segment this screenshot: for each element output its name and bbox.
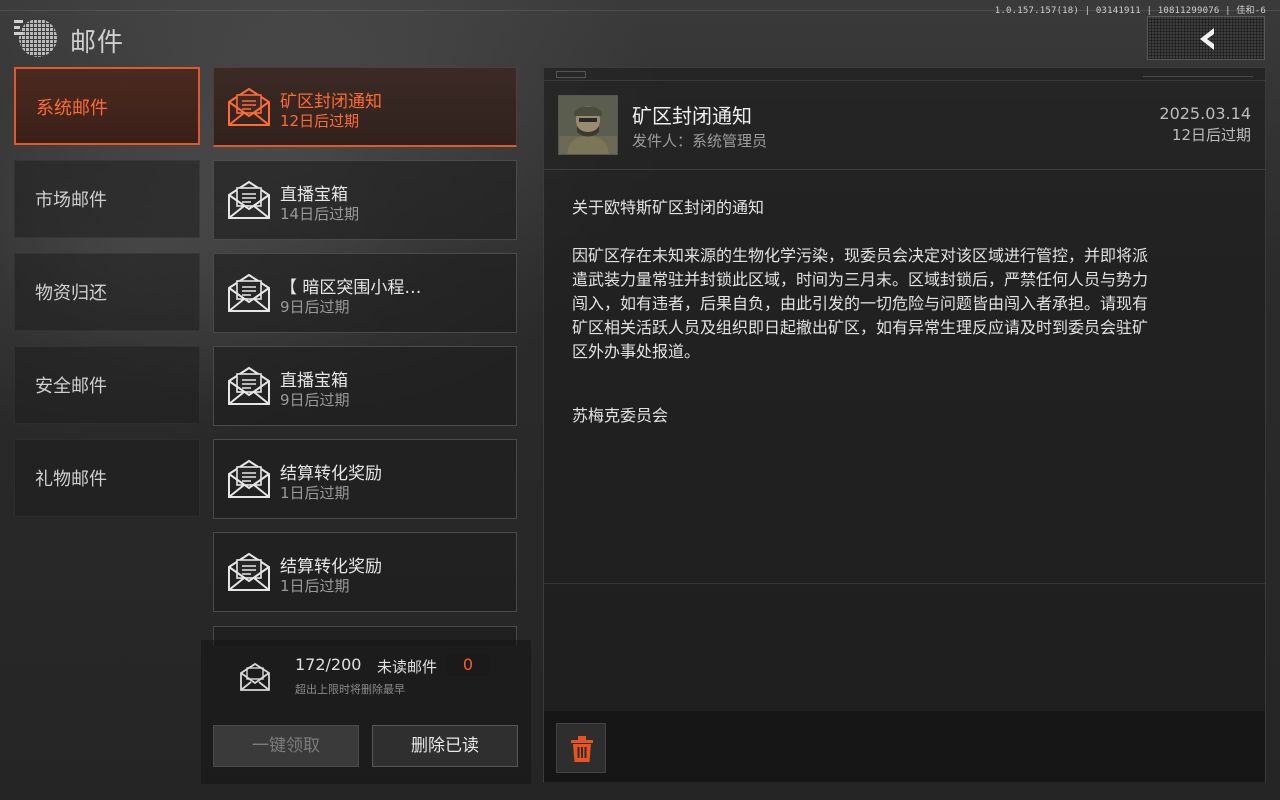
header-decoration — [1143, 71, 1253, 77]
mail-expiry: 14日后过期 — [280, 205, 360, 223]
body-line: 闯入，如有违者，后果自负，由此引发的一切危险与问题皆由闯入者承担。请现有 — [572, 294, 1149, 313]
tab-market-mail[interactable]: 市场邮件 — [14, 160, 200, 238]
envelope-icon — [226, 458, 272, 504]
unread-count-badge: 0 — [447, 654, 489, 676]
body-line: 遣武装力量常驻并封锁此区域，时间为三月末。区域封锁后，严禁任何人员与势力 — [572, 270, 1149, 289]
tab-label: 系统邮件 — [36, 98, 108, 119]
body-signature: 苏梅克委员会 — [572, 406, 669, 425]
mail-title: 【 暗区突围小程… — [280, 278, 422, 298]
mail-item[interactable]: 【 暗区突围小程… 9日后过期 — [213, 253, 517, 333]
mail-detail-title: 矿区封闭通知 — [632, 104, 752, 128]
back-button[interactable] — [1147, 16, 1265, 60]
envelope-icon — [226, 551, 272, 597]
mail-detail-panel: 矿区封闭通知 发件人：系统管理员 2025.03.14 12日后过期 关于欧特斯… — [543, 67, 1266, 783]
envelope-icon — [226, 272, 272, 318]
mail-title: 结算转化奖励 — [280, 557, 382, 577]
trash-icon — [571, 736, 593, 762]
mail-title: 直播宝箱 — [280, 371, 348, 391]
mail-item[interactable]: 矿区封闭通知 12日后过期 — [213, 67, 517, 147]
tab-label: 安全邮件 — [35, 376, 107, 397]
divider — [544, 583, 1265, 584]
mailbox-icon — [239, 662, 271, 696]
mail-body: 关于欧特斯矿区封闭的通知 因矿区存在未知来源的生物化学污染，现委员会决定对该区域… — [572, 196, 1242, 428]
body-line: 矿区相关活跃人员及组织即日起撤出矿区，如有异常生理反应请及时到委员会驻矿 — [572, 318, 1149, 337]
mail-sender: 发件人：系统管理员 — [632, 132, 768, 150]
mail-expiry: 12日后过期 — [280, 112, 360, 130]
mail-detail-expiry: 12日后过期 — [1171, 126, 1251, 144]
mail-item[interactable]: 结算转化奖励 1日后过期 — [213, 532, 517, 612]
mail-count: 172/200 — [295, 655, 362, 674]
tab-system-mail[interactable]: 系统邮件 — [14, 67, 200, 145]
sender-avatar — [558, 95, 618, 155]
tab-label: 物资归还 — [35, 283, 107, 304]
body-line: 因矿区存在未知来源的生物化学污染，现委员会决定对该区域进行管控，并即将派 — [572, 246, 1149, 265]
body-heading: 关于欧特斯矿区封闭的通知 — [572, 198, 765, 217]
unread-label: 未读邮件 — [377, 658, 438, 676]
header-decoration — [556, 71, 586, 78]
mail-item[interactable]: 直播宝箱 9日后过期 — [213, 346, 517, 426]
chevron-left-icon — [1200, 28, 1214, 50]
mail-expiry: 9日后过期 — [280, 391, 350, 409]
body-line: 区外办事处报道。 — [572, 342, 701, 361]
tab-label: 市场邮件 — [35, 190, 107, 211]
page-title: 邮件 — [70, 28, 125, 58]
detail-footer — [544, 711, 1265, 783]
envelope-icon — [226, 86, 272, 132]
tab-supply-return[interactable]: 物资归还 — [14, 253, 200, 331]
mail-item[interactable]: 直播宝箱 14日后过期 — [213, 160, 517, 240]
delete-mail-button[interactable] — [556, 723, 606, 773]
tab-gift-mail[interactable]: 礼物邮件 — [14, 439, 200, 517]
capacity-note: 超出上限时将删除最早 — [295, 683, 405, 696]
delete-read-button[interactable]: 删除已读 — [372, 725, 518, 767]
mail-expiry: 1日后过期 — [280, 577, 350, 595]
mail-date: 2025.03.14 — [1159, 104, 1251, 123]
mail-title: 结算转化奖励 — [280, 464, 382, 484]
tab-label: 礼物邮件 — [35, 469, 107, 490]
globe-logo-icon — [14, 16, 60, 60]
mail-expiry: 9日后过期 — [280, 298, 350, 316]
divider — [544, 169, 1265, 170]
mail-title: 矿区封闭通知 — [280, 92, 382, 112]
tab-security-mail[interactable]: 安全邮件 — [14, 346, 200, 424]
envelope-icon — [226, 365, 272, 411]
mail-title: 直播宝箱 — [280, 185, 348, 205]
mail-item[interactable]: 结算转化奖励 1日后过期 — [213, 439, 517, 519]
envelope-icon — [226, 179, 272, 225]
mail-expiry: 1日后过期 — [280, 484, 350, 502]
claim-all-button[interactable]: 一键领取 — [213, 725, 359, 767]
detail-header-bar — [544, 68, 1265, 81]
version-text: 1.0.157.157(18) | 03141911 | 10811299076… — [994, 6, 1266, 16]
